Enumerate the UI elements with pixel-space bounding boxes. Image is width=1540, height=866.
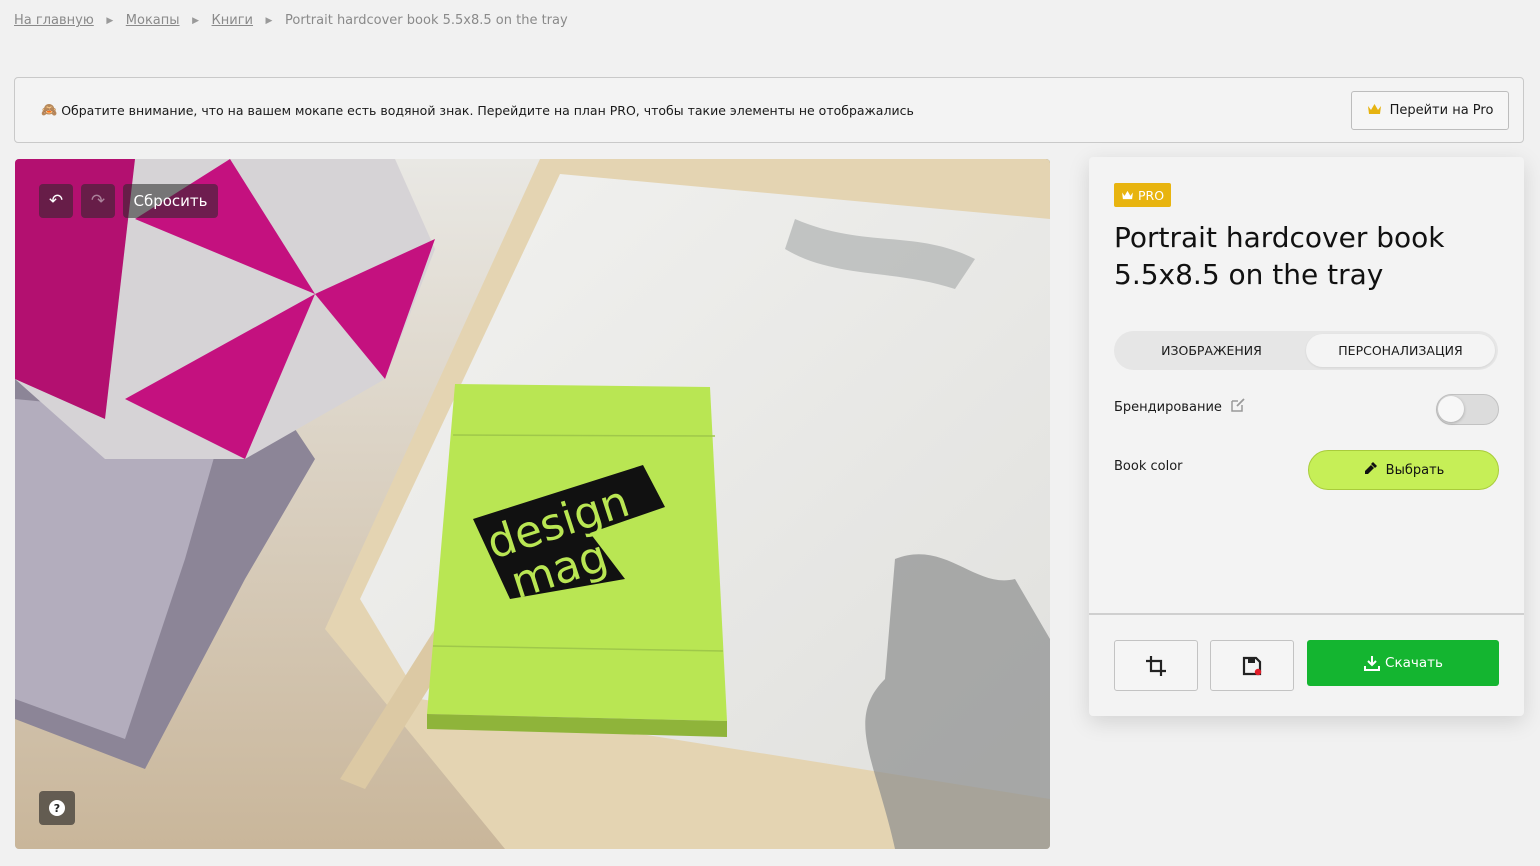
chevron-right-icon: ▶ bbox=[106, 15, 114, 26]
mockup-canvas[interactable]: design mag ↶ ↷ Сбросить ? bbox=[15, 159, 1050, 849]
pro-badge-label: PRO bbox=[1138, 187, 1165, 203]
breadcrumb-current: Portrait hardcover book 5.5x8.5 on the t… bbox=[285, 13, 568, 28]
watermark-notice: 🙈 Обратите внимание, что на вашем мокапе… bbox=[14, 77, 1524, 143]
tab-personalization[interactable]: ПЕРСОНАЛИЗАЦИЯ bbox=[1306, 334, 1495, 367]
chevron-right-icon: ▶ bbox=[265, 15, 273, 26]
tab-images[interactable]: ИЗОБРАЖЕНИЯ bbox=[1117, 334, 1306, 367]
branding-row: Брендирование bbox=[1114, 397, 1246, 417]
go-pro-button[interactable]: Перейти на Pro bbox=[1351, 91, 1509, 130]
breadcrumb-mockups[interactable]: Мокапы bbox=[126, 13, 180, 28]
notice-text: Обратите внимание, что на вашем мокапе е… bbox=[61, 102, 914, 118]
breadcrumb-home[interactable]: На главную bbox=[14, 13, 94, 28]
edit-icon[interactable] bbox=[1230, 397, 1246, 417]
monkey-emoji-icon: 🙈 bbox=[41, 102, 58, 118]
crop-icon bbox=[1146, 655, 1166, 676]
eyedropper-icon bbox=[1363, 460, 1379, 480]
undo-button[interactable]: ↶ bbox=[39, 184, 73, 218]
save-icon bbox=[1242, 656, 1262, 675]
choose-color-button[interactable]: Выбрать bbox=[1308, 450, 1499, 490]
panel-tabs: ИЗОБРАЖЕНИЯ ПЕРСОНАЛИЗАЦИЯ bbox=[1114, 331, 1498, 370]
panel-divider bbox=[1089, 613, 1524, 615]
save-button[interactable] bbox=[1210, 640, 1294, 691]
book-color-label: Book color bbox=[1114, 459, 1183, 474]
toggle-knob bbox=[1438, 396, 1464, 422]
chevron-right-icon: ▶ bbox=[192, 15, 199, 26]
breadcrumb: На главную ▶ Мокапы ▶ Книги ▶ Portrait h… bbox=[14, 13, 568, 28]
branding-label: Брендирование bbox=[1114, 399, 1222, 415]
crop-button[interactable] bbox=[1114, 640, 1198, 691]
undo-icon: ↶ bbox=[48, 191, 64, 211]
reset-button[interactable]: Сбросить bbox=[123, 184, 218, 218]
help-icon: ? bbox=[49, 800, 65, 816]
breadcrumb-books[interactable]: Книги bbox=[212, 13, 253, 28]
mockup-title: Portrait hardcover book 5.5x8.5 on the t… bbox=[1114, 221, 1445, 291]
redo-icon: ↷ bbox=[90, 191, 106, 211]
download-button[interactable]: Скачать bbox=[1307, 640, 1499, 686]
go-pro-label: Перейти на Pro bbox=[1389, 103, 1494, 118]
help-button[interactable]: ? bbox=[39, 791, 75, 825]
branding-toggle[interactable] bbox=[1436, 394, 1499, 425]
download-label: Скачать bbox=[1385, 655, 1443, 671]
customization-panel: PRO Portrait hardcover book 5.5x8.5 on t… bbox=[1089, 157, 1524, 716]
redo-button[interactable]: ↷ bbox=[81, 184, 115, 218]
crown-icon bbox=[1122, 190, 1133, 200]
mockup-image: design mag bbox=[15, 159, 1050, 849]
choose-color-label: Выбрать bbox=[1385, 462, 1445, 478]
crown-icon bbox=[1367, 103, 1382, 119]
pro-badge: PRO bbox=[1114, 183, 1172, 207]
download-icon bbox=[1364, 656, 1381, 671]
